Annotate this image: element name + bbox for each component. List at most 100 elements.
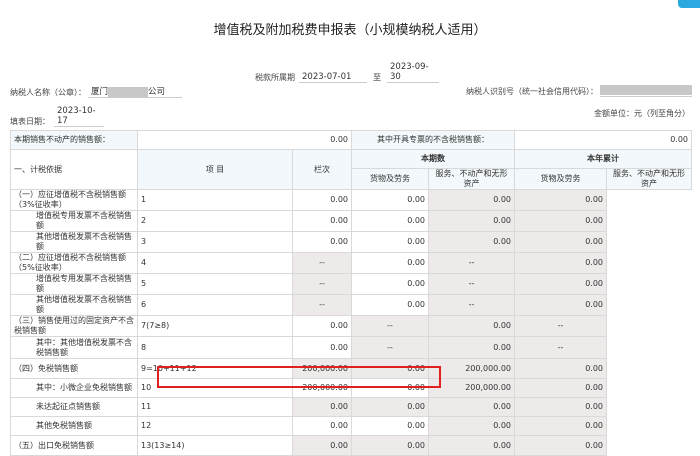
period-from-field[interactable]: 2023-07-01 [299,72,367,83]
row-number: 3 [137,231,293,253]
header-services-ytd: 服务、不动产和无形资产 [606,168,692,190]
amount-cell: 0.00 [514,189,607,211]
amount-cell[interactable]: 0.00 [292,416,352,436]
amount-cell: -- [428,273,515,295]
row-item: 其他增值税发票不含税销售额 [10,294,138,316]
amount-cell[interactable]: 0.00 [351,416,429,436]
amount-cell[interactable]: 0.00 [351,273,429,295]
header-services: 服务、不动产和无形资产 [428,168,515,190]
special-invoice-sales-value[interactable]: 0.00 [514,130,692,150]
row-item: （四）免税销售额 [10,358,138,379]
row-item: 增值税专用发票不含税销售额 [10,210,138,232]
amount-cell: 0.00 [514,231,607,253]
name-prefix: 厦门 [91,87,109,97]
amount-cell: -- [351,336,429,359]
header-ytd: 本年累计 [514,149,692,169]
amount-cell: 0.00 [514,358,607,379]
header-col-no: 栏次 [292,149,352,190]
table-row: （一）应征增值税不含税销售额（3%征收率） 1 0.00 0.00 0.00 0.00 [10,189,692,211]
amount-cell: 0.00 [514,210,607,232]
amount-cell: -- [428,294,515,316]
amount-cell[interactable]: 0.00 [292,189,352,211]
fill-date-label: 填表日期： [10,117,50,126]
amount-cell: 0.00 [514,378,607,398]
amount-cell: 0.00 [514,416,607,436]
highlight-box [157,366,441,388]
amount-cell: 0.00 [428,210,515,232]
amount-cell: -- [292,273,352,295]
unit-label: 金额单位：元（列至角分） [594,109,690,118]
taxpayer-name-label: 纳税人名称（公章）： [10,88,86,97]
row-number: 5 [137,273,293,295]
amount-cell[interactable]: 0.00 [292,210,352,232]
row-item: 其他免税销售额 [10,416,138,436]
row-number: 11 [137,397,293,417]
redacted-mask [600,85,692,95]
header-item: 项 目 [137,149,293,190]
amount-cell: 200,000.00 [428,378,515,398]
table-row: 其他增值税发票不含税销售额 3 0.00 0.00 0.00 0.00 [10,231,692,253]
amount-cell: 0.00 [428,231,515,253]
amount-cell: 0.00 [292,397,352,417]
amount-cell[interactable]: 0.00 [351,189,429,211]
row-item: （一）应征增值税不含税销售额（3%征收率） [10,189,138,211]
amount-cell: 0.00 [428,189,515,211]
row-number: 1 [137,189,293,211]
amount-cell[interactable]: 0.00 [292,336,352,359]
amount-cell[interactable]: 0.00 [351,252,429,274]
header-current: 本期数 [351,149,515,169]
taxpayer-id-field[interactable] [600,85,692,97]
amount-cell[interactable]: 0.00 [292,231,352,253]
amount-cell: 0.00 [514,435,607,456]
table-row: （五）出口免税销售额 13(13≥14) 0.00 0.00 0.00 0.00 [10,435,692,456]
header-goods: 货物及劳务 [351,168,429,190]
amount-cell: 0.00 [428,435,515,456]
amount-cell[interactable]: 0.00 [292,315,352,337]
taxpayer-name-field[interactable]: 厦门 公司 [88,85,182,98]
table-row: 其他免税销售额 12 0.00 0.00 0.00 0.00 [10,416,692,436]
name-suffix: 公司 [148,87,166,97]
row-number: 2 [137,210,293,232]
amount-cell: -- [292,294,352,316]
amount-cell: 0.00 [514,294,607,316]
amount-cell[interactable]: 0.00 [351,294,429,316]
period-to-label: 至 [373,73,381,82]
row-number: 8 [137,336,293,359]
section-label: 一、计税依据 [10,149,138,190]
row-item: 未达起征点销售额 [10,397,138,417]
period-to-field[interactable]: 2023-09-30 [387,62,439,83]
table-row: 其中：其他增值税发票不含税销售额 8 0.00 -- 0.00 -- [10,336,692,359]
period-label: 税款所属期 [255,73,295,82]
table-row: （二）应征增值税不含税销售额（5%征收率） 4 -- 0.00 -- 0.00 [10,252,692,274]
fill-date-field[interactable]: 2023-10-17 [54,106,104,127]
table-row: 增值税专用发票不含税销售额 5 -- 0.00 -- 0.00 [10,273,692,295]
row-item: 其他增值税发票不含税销售额 [10,231,138,253]
amount-cell[interactable]: 0.00 [351,231,429,253]
row-item: （二）应征增值税不含税销售额（5%征收率） [10,252,138,274]
amount-cell: 0.00 [428,315,515,337]
row-item: 其中：小微企业免税销售额 [10,378,138,398]
amount-cell: 200,000.00 [428,358,515,379]
amount-cell: 0.00 [514,273,607,295]
row-item: 其中：其他增值税发票不含税销售额 [10,336,138,359]
amount-cell: 0.00 [514,252,607,274]
row-number: 7(7≥8) [137,315,293,337]
amount-cell: 0.00 [428,397,515,417]
table-row: （三）销售使用过的固定资产不含税销售额 7(7≥8) 0.00 -- 0.00 -- [10,315,692,337]
special-invoice-sales-label: 其中开具专票的不含税销售额： [351,130,515,150]
table-row: 增值税专用发票不含税销售额 2 0.00 0.00 0.00 0.00 [10,210,692,232]
amount-cell: -- [514,336,607,359]
corner-button[interactable] [678,0,700,8]
amount-cell: -- [514,315,607,337]
real-estate-sales-value[interactable]: 0.00 [137,130,352,150]
amount-cell[interactable]: 0.00 [351,210,429,232]
page-title: 增值税及附加税费申报表（小规模纳税人适用） [213,23,487,38]
row-item: （三）销售使用过的固定资产不含税销售额 [10,315,138,337]
amount-cell: 0.00 [292,435,352,456]
amount-cell: -- [292,252,352,274]
amount-cell: 0.00 [428,416,515,436]
real-estate-sales-label: 本期销售不动产的销售额： [10,130,138,150]
table-row: 未达起征点销售额 11 0.00 0.00 0.00 0.00 [10,397,692,417]
amount-cell: 0.00 [514,397,607,417]
declaration-table: 本期销售不动产的销售额： 0.00 其中开具专票的不含税销售额： 0.00 一、… [10,130,692,456]
